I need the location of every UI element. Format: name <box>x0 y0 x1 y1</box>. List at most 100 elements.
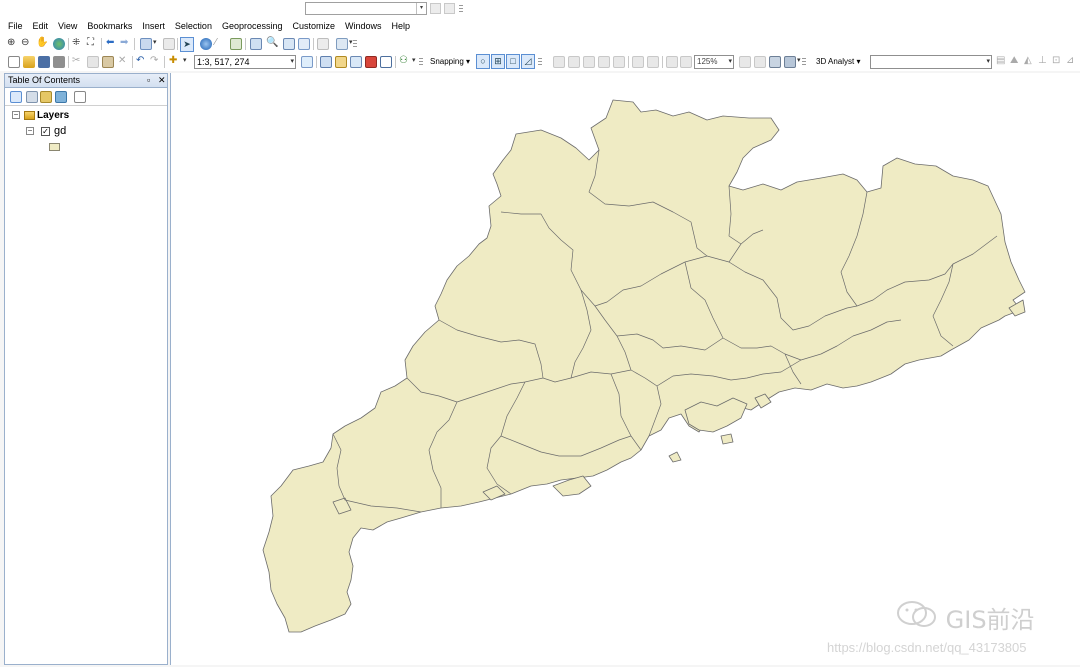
toolbar-icon[interactable] <box>444 3 455 14</box>
data-driven-pages-icon[interactable] <box>784 56 796 68</box>
dropdown-arrow-icon[interactable]: ▾ <box>412 54 416 68</box>
options-icon[interactable] <box>74 91 86 103</box>
close-icon[interactable]: ✕ <box>158 74 166 87</box>
open-folder-icon[interactable] <box>23 56 35 68</box>
list-by-drawing-order-icon[interactable] <box>10 91 22 103</box>
copy-icon[interactable] <box>87 56 99 68</box>
table-of-contents-window-icon[interactable] <box>320 56 332 68</box>
map-scale-combo[interactable]: 1:3, 517, 274 ▾ <box>194 55 296 69</box>
create-viewer-window-icon[interactable] <box>336 38 348 50</box>
island-polygon[interactable] <box>668 451 682 463</box>
guangdong-map[interactable] <box>171 73 1080 665</box>
editor-toolbar-icon[interactable] <box>301 56 313 68</box>
vertex-snapping-icon[interactable]: □ <box>506 54 520 69</box>
focus-data-frame-icon[interactable] <box>754 56 766 68</box>
georef-icon[interactable] <box>583 56 595 68</box>
layout-zoom-100-icon[interactable] <box>680 56 692 68</box>
menu-item-selection[interactable]: Selection <box>175 18 212 35</box>
layout-zoom-combo[interactable]: 125% ▾ <box>694 55 734 69</box>
layer-name[interactable]: gd <box>54 125 66 137</box>
python-window-icon[interactable] <box>380 56 392 68</box>
zoom-in-icon[interactable]: ⊕ <box>7 36 15 50</box>
3d-tool-icon[interactable]: ⊥ <box>1038 54 1047 68</box>
new-document-icon[interactable] <box>8 56 20 68</box>
map-view[interactable]: GIS前沿 https://blog.csdn.net/qq_43173805 <box>170 73 1080 665</box>
paste-icon[interactable] <box>102 56 114 68</box>
3d-analyst-menu[interactable]: 3D Analyst ▾ <box>816 55 861 69</box>
menu-item-windows[interactable]: Windows <box>345 18 382 35</box>
measure-icon[interactable] <box>250 38 262 50</box>
full-extent-icon[interactable] <box>53 38 65 50</box>
select-features-icon[interactable] <box>140 38 152 50</box>
edge-snapping-icon[interactable]: ◿ <box>521 54 535 69</box>
fixed-zoom-in-icon[interactable]: ⁜ <box>72 36 80 50</box>
layer-visibility-checkbox[interactable]: ✓ <box>41 127 50 136</box>
list-by-source-icon[interactable] <box>26 91 38 103</box>
zoom-out-icon[interactable]: ⊖ <box>21 36 29 50</box>
menu-item-bookmarks[interactable]: Bookmarks <box>87 18 132 35</box>
forward-extent-icon[interactable]: ➡ <box>120 36 128 50</box>
toggle-draft-mode-icon[interactable] <box>739 56 751 68</box>
3d-tool-icon[interactable]: ⊡ <box>1052 54 1060 68</box>
hyperlink-icon[interactable] <box>230 38 242 50</box>
pan-icon[interactable]: ✋ <box>36 36 48 50</box>
dropdown-arrow-icon[interactable]: ▾ <box>183 54 187 68</box>
save-icon[interactable] <box>38 56 50 68</box>
island-polygon[interactable] <box>720 433 734 445</box>
undo-icon[interactable]: ↶ <box>136 54 144 68</box>
data-frame-label[interactable]: Layers <box>37 110 69 121</box>
layout-zoom-icon[interactable] <box>632 56 644 68</box>
menu-item-help[interactable]: Help <box>392 18 411 35</box>
menu-item-customize[interactable]: Customize <box>293 18 336 35</box>
catalog-window-icon[interactable] <box>335 56 347 68</box>
fixed-zoom-out-icon[interactable]: ⛶ <box>87 36 94 50</box>
top-combo-box[interactable]: ▾ <box>305 2 427 15</box>
model-builder-icon[interactable]: ⚇ <box>399 54 408 68</box>
georef-icon[interactable] <box>598 56 610 68</box>
list-by-visibility-icon[interactable] <box>40 91 52 103</box>
georef-icon[interactable] <box>568 56 580 68</box>
3d-tool-icon[interactable]: ◭ <box>1024 54 1032 68</box>
dropdown-arrow-icon[interactable]: ▾ <box>153 36 157 50</box>
menu-item-edit[interactable]: Edit <box>33 18 49 35</box>
toolbar-grip-icon[interactable] <box>459 5 463 14</box>
list-by-selection-icon[interactable] <box>55 91 67 103</box>
search-window-icon[interactable] <box>350 56 362 68</box>
menu-item-file[interactable]: File <box>8 18 23 35</box>
layout-zoom-icon[interactable] <box>647 56 659 68</box>
collapse-layer-icon[interactable]: − <box>26 127 34 135</box>
find-route-icon[interactable] <box>283 38 295 50</box>
combo-dropdown-arrow-icon[interactable]: ▾ <box>416 3 426 14</box>
menu-item-insert[interactable]: Insert <box>142 18 165 35</box>
delete-icon[interactable]: ✕ <box>118 54 126 68</box>
toolbar-icon[interactable] <box>430 3 441 14</box>
3d-tool-icon[interactable]: ⛰ <box>1010 54 1018 68</box>
go-to-xy-icon[interactable] <box>298 38 310 50</box>
arctoolbox-icon[interactable] <box>365 56 377 68</box>
redo-icon[interactable]: ↷ <box>150 54 158 68</box>
identify-icon[interactable] <box>200 38 212 50</box>
dropdown-arrow-icon[interactable]: ▾ <box>349 36 353 50</box>
select-elements-icon[interactable]: ➤ <box>180 37 194 52</box>
back-extent-icon[interactable]: ⬅ <box>106 36 114 50</box>
scale-dropdown-arrow-icon[interactable]: ▾ <box>290 56 294 68</box>
auto-hide-icon[interactable]: ▫ <box>147 74 150 87</box>
georef-icon[interactable] <box>553 56 565 68</box>
time-slider-icon[interactable] <box>317 38 329 50</box>
zoom-dropdown-arrow-icon[interactable]: ▾ <box>728 56 732 68</box>
toolbar-grip-icon[interactable] <box>802 58 806 67</box>
add-data-icon[interactable]: ✚ <box>169 54 177 68</box>
clear-selection-icon[interactable] <box>163 38 175 50</box>
menu-item-geoprocessing[interactable]: Geoprocessing <box>222 18 283 35</box>
collapse-layers-icon[interactable]: − <box>12 111 20 119</box>
snapping-menu[interactable]: Snapping ▾ <box>430 55 470 69</box>
toolbar-grip-icon[interactable] <box>538 58 542 67</box>
point-snapping-icon[interactable]: ○ <box>476 54 490 69</box>
change-layout-icon[interactable] <box>769 56 781 68</box>
dropdown-arrow-icon[interactable]: ▾ <box>797 54 801 68</box>
georef-icon[interactable] <box>613 56 625 68</box>
3d-analyst-layer-combo[interactable]: ▾ <box>870 55 992 69</box>
print-icon[interactable] <box>53 56 65 68</box>
find-icon[interactable]: 🔍 <box>266 36 278 50</box>
province-polygon[interactable] <box>262 99 1026 633</box>
